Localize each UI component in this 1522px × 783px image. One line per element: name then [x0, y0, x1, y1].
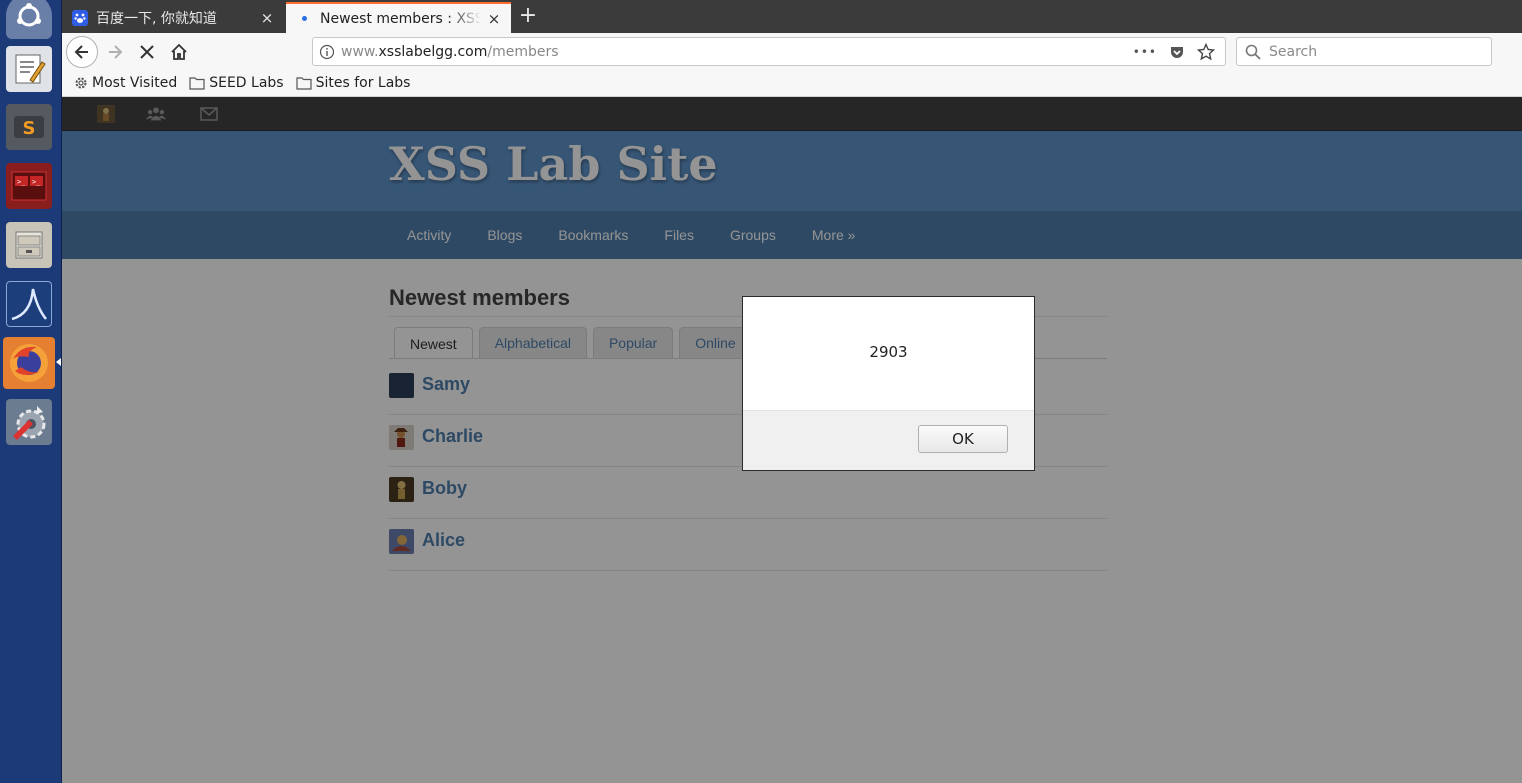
active-app-indicator [56, 358, 61, 366]
stop-button[interactable] [134, 39, 160, 65]
tab-title: 百度一下, 你就知道 [96, 10, 217, 27]
forward-button[interactable] [102, 39, 128, 65]
web-page: XSS Lab Site Activity Blogs Bookmarks Fi… [62, 97, 1522, 783]
files-launcher[interactable] [3, 219, 55, 271]
address-bar[interactable]: www.xsslabelgg.com/members ••• [312, 37, 1226, 66]
terminal-icon: >_ >_ [6, 163, 52, 209]
wireshark-launcher[interactable] [3, 278, 55, 330]
tab-title: Newest members : XSS Lab Site [320, 10, 481, 27]
firefox-launcher[interactable] [3, 337, 55, 389]
bookmark-label: Most Visited [92, 75, 178, 91]
url-path: /members [487, 43, 559, 60]
settings-wrench-icon [6, 399, 52, 445]
baidu-paw-icon [72, 9, 88, 26]
page-actions-menu-icon[interactable]: ••• [1133, 45, 1157, 59]
search-bar[interactable] [1236, 37, 1492, 66]
url-domain: xsslabelgg.com [378, 43, 488, 60]
firefox-icon [6, 340, 52, 386]
back-button[interactable] [66, 36, 98, 68]
svg-text:S: S [23, 118, 36, 139]
pocket-icon[interactable] [1169, 44, 1185, 60]
wireshark-fin-icon [6, 281, 52, 327]
site-info-icon[interactable] [313, 44, 341, 60]
bookmark-folder-seed-labs[interactable]: SEED Labs [189, 75, 284, 91]
sublime-text-icon: S [6, 104, 52, 150]
tab-members[interactable]: Newest members : XSS Lab Site × [286, 2, 511, 33]
navigation-toolbar: www.xsslabelgg.com/members ••• [62, 33, 1522, 70]
home-icon [171, 43, 187, 60]
tab-strip: 百度一下, 你就知道 × Newest members : XSS Lab Si… [62, 0, 1522, 33]
close-tab-icon[interactable]: × [487, 11, 501, 26]
ok-button[interactable]: OK [918, 425, 1008, 453]
ubuntu-launcher: S >_ >_ [0, 0, 62, 783]
text-editor-launcher[interactable] [3, 43, 55, 95]
alert-message: 2903 [869, 343, 908, 361]
back-arrow-icon [74, 45, 88, 59]
svg-text:>_: >_ [32, 178, 41, 186]
tab-baidu[interactable]: 百度一下, 你就知道 × [62, 2, 284, 33]
folder-icon [295, 77, 312, 90]
alert-footer: OK [743, 410, 1034, 470]
url-actions: ••• [1133, 42, 1225, 61]
url-prefix: www. [341, 43, 379, 60]
system-settings-launcher[interactable] [3, 396, 55, 448]
close-tab-icon[interactable]: × [260, 10, 274, 25]
folder-icon [189, 77, 205, 90]
ubuntu-dash-button[interactable] [3, 0, 55, 42]
bookmark-most-visited[interactable]: Most Visited [74, 75, 177, 91]
bookmark-label: SEED Labs [209, 75, 284, 91]
ubuntu-logo-icon [6, 0, 52, 39]
browser-window: 百度一下, 你就知道 × Newest members : XSS Lab Si… [62, 0, 1522, 783]
svg-text:>_: >_ [17, 178, 26, 186]
new-tab-button[interactable]: + [516, 4, 540, 28]
text-editor-icon [6, 46, 52, 92]
home-button[interactable] [166, 39, 192, 65]
search-icon [1245, 44, 1261, 60]
gear-icon [75, 77, 87, 89]
terminal-launcher[interactable]: >_ >_ [3, 160, 55, 212]
sublime-text-launcher[interactable]: S [3, 101, 55, 153]
search-input[interactable] [1269, 43, 1469, 60]
url-text[interactable]: www.xsslabelgg.com/members [341, 44, 1133, 60]
bookmark-folder-sites-for-labs[interactable]: Sites for Labs [295, 75, 411, 91]
file-cabinet-icon [6, 222, 52, 268]
loading-indicator-icon [296, 11, 312, 27]
alert-dialog: 2903 OK [742, 296, 1035, 471]
bookmark-label: Sites for Labs [315, 75, 411, 91]
stop-x-icon [140, 45, 154, 59]
forward-arrow-icon [109, 45, 123, 59]
bookmark-star-icon[interactable] [1197, 42, 1215, 61]
bookmarks-toolbar: Most Visited SEED Labs Sites for Labs [62, 70, 1522, 97]
